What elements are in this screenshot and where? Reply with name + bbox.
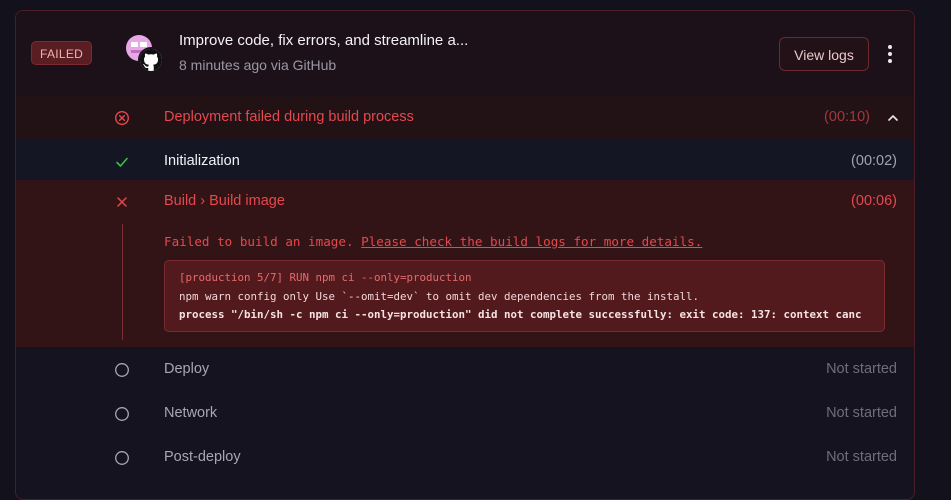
empty-circle-icon: [114, 362, 130, 378]
commit-meta: 8 minutes ago via GitHub: [179, 57, 337, 73]
step-label: Build › Build image: [164, 193, 285, 209]
step-duration: (00:06): [851, 193, 897, 209]
step-status: Not started: [826, 361, 897, 377]
check-icon: [114, 154, 130, 170]
step-label: Deploy: [164, 361, 210, 377]
x-icon: [114, 194, 130, 210]
step-build-expanded: Build › Build image (00:06) Failed to bu…: [16, 180, 914, 347]
build-error-text: Failed to build an image.: [164, 234, 362, 249]
log-line: [production 5/7] RUN npm ci --only=produ…: [179, 271, 472, 284]
log-line: npm warn config only Use `--omit=dev` to…: [179, 290, 700, 303]
commit-title[interactable]: Improve code, fix errors, and streamline…: [179, 32, 468, 49]
deployment-card: FAILED Improve code, fix errors, and str…: [15, 10, 915, 500]
step-duration: (00:02): [851, 153, 897, 169]
step-network[interactable]: Network Not started: [16, 392, 914, 436]
chevron-up-icon[interactable]: [886, 111, 900, 125]
step-deploy[interactable]: Deploy Not started: [16, 348, 914, 392]
step-timeline-line: [122, 224, 123, 340]
deployment-header: FAILED Improve code, fix errors, and str…: [16, 11, 914, 95]
author-avatar-group: [126, 35, 164, 73]
step-label: Initialization: [164, 153, 240, 169]
kebab-menu-icon[interactable]: [882, 41, 898, 67]
build-error-message: Failed to build an image. Please check t…: [164, 234, 702, 249]
build-log-output[interactable]: [production 5/7] RUN npm ci --only=produ…: [164, 260, 885, 332]
build-logs-link[interactable]: Please check the build logs for more det…: [361, 234, 702, 249]
empty-circle-icon: [114, 406, 130, 422]
step-label: Network: [164, 405, 218, 421]
log-line: process "/bin/sh -c npm ci --only=produc…: [179, 308, 862, 321]
github-icon: [138, 47, 164, 73]
step-build[interactable]: Build › Build image (00:06): [16, 180, 914, 224]
failure-summary-duration: (00:10): [824, 109, 870, 125]
failure-summary-label: Deployment failed during build process: [164, 109, 414, 125]
failure-summary-row[interactable]: Deployment failed during build process (…: [16, 96, 914, 140]
step-status: Not started: [826, 405, 897, 421]
status-badge: FAILED: [31, 41, 93, 65]
step-initialization[interactable]: Initialization (00:02): [16, 140, 914, 184]
view-logs-button[interactable]: View logs: [779, 37, 869, 71]
step-post-deploy[interactable]: Post-deploy Not started: [16, 436, 914, 480]
empty-circle-icon: [114, 450, 130, 466]
step-status: Not started: [826, 449, 897, 465]
error-circle-icon: [114, 110, 130, 126]
step-label: Post-deploy: [164, 449, 241, 465]
